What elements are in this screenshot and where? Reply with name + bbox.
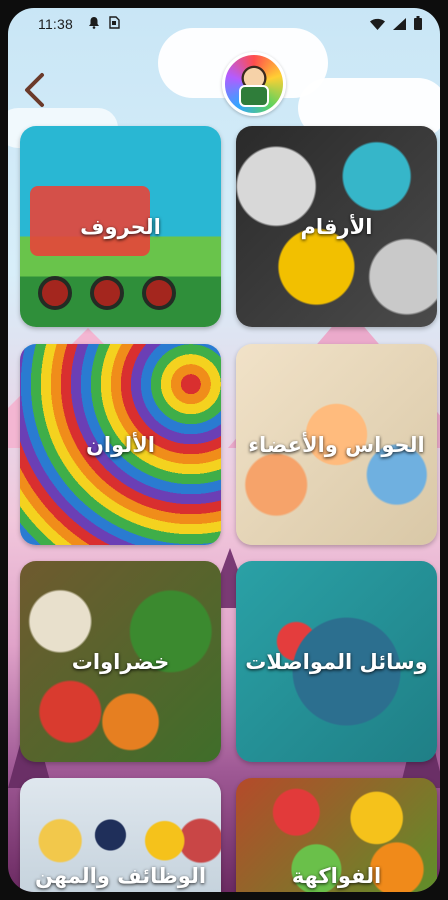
train-wheel xyxy=(38,276,72,310)
category-card-fruits[interactable]: الفواكهة xyxy=(236,778,437,892)
category-card-numbers[interactable]: الأرقام xyxy=(236,126,437,327)
category-card-vegetables[interactable]: خضراوات xyxy=(20,561,221,762)
category-label: خضراوات xyxy=(71,649,170,674)
category-card-colors[interactable]: الألوان xyxy=(20,344,221,545)
category-grid: الأرقام الحروف الحواس والأعضاء الألوان و… xyxy=(8,8,440,892)
category-card-transport[interactable]: وسائل المواصلات xyxy=(236,561,437,762)
category-label: الحروف xyxy=(80,214,161,239)
app-screen: 11:38 الأرقام الحروف الحواس والأعضاء الأ… xyxy=(8,8,440,892)
category-card-senses[interactable]: الحواس والأعضاء xyxy=(236,344,437,545)
category-label: وسائل المواصلات xyxy=(245,649,428,674)
category-card-jobs[interactable]: الوظائف والمهن xyxy=(20,778,221,892)
category-card-letters[interactable]: الحروف xyxy=(20,126,221,327)
category-label: الوظائف والمهن xyxy=(34,864,207,888)
category-label: الحواس والأعضاء xyxy=(248,432,425,457)
train-wheel xyxy=(142,276,176,310)
train-wheel xyxy=(90,276,124,310)
category-label: الفواكهة xyxy=(291,864,382,888)
category-label: الأرقام xyxy=(300,214,373,239)
category-label: الألوان xyxy=(85,432,155,457)
